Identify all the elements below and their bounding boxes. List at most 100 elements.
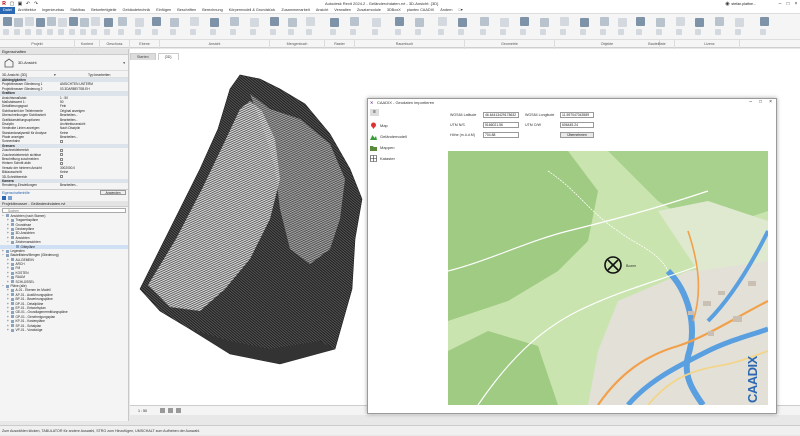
ribbon-tool-icon[interactable] [270,17,279,26]
user-icon[interactable]: ◉ [723,1,731,7]
type-selector[interactable]: 3D-Ansicht ▾ [0,55,128,71]
height-field[interactable]: 704.88 [483,132,519,138]
ribbon-tool-icon[interactable] [600,17,609,26]
ribbon-tool-icon[interactable] [69,17,78,26]
ribbon-tool-icon[interactable] [152,17,161,26]
menu-9[interactable]: Körpermodell & Grundstück [226,7,279,14]
ribbon-tool-icon[interactable] [438,17,447,26]
ribbon-small-tool-icon[interactable] [288,29,294,35]
ribbon-small-tool-icon[interactable] [25,29,31,35]
view-scale[interactable]: 1 : 50 [138,409,147,413]
ribbon-tool-icon[interactable] [80,18,89,27]
menu-3[interactable]: Stahlbau [67,7,88,14]
menu-16[interactable]: Ändern [437,7,455,14]
ribbon-small-tool-icon[interactable] [656,29,662,35]
menu-0[interactable]: Datei [0,6,15,14]
ribbon-small-tool-icon[interactable] [230,29,236,35]
ribbon-small-tool-icon[interactable] [330,29,336,35]
close-icon[interactable]: × [792,1,800,7]
property-checkbox[interactable] [60,175,63,179]
ribbon-small-tool-icon[interactable] [152,29,158,35]
ribbon-tool-icon[interactable] [330,18,339,27]
view-tab[interactable]: Starten [130,53,156,60]
ribbon-tool-icon[interactable] [540,18,549,27]
ribbon-tool-icon[interactable] [170,18,179,27]
ribbon-tool-icon[interactable] [676,17,685,26]
browser-tab-icon[interactable] [8,195,12,200]
menu-10[interactable]: Zusammenarbeit [278,7,313,14]
ribbon-small-tool-icon[interactable] [47,29,53,35]
ribbon-tool-icon[interactable] [3,17,12,26]
ribbon-small-tool-icon[interactable] [190,29,196,35]
ribbon-tool-icon[interactable] [500,18,509,27]
ribbon-tool-icon[interactable] [36,18,45,27]
ribbon-small-tool-icon[interactable] [170,29,176,35]
property-checkbox[interactable] [60,140,63,144]
property-checkbox[interactable] [60,148,63,152]
lon-field[interactable]: 11.597047043589 [560,112,594,118]
ribbon-small-tool-icon[interactable] [91,29,97,35]
ribbon-tool-icon[interactable] [520,17,529,26]
ribbon-tool-icon[interactable] [618,18,627,27]
ribbon-tool-icon[interactable] [458,18,467,27]
property-checkbox[interactable] [60,153,63,157]
type-dropdown-icon[interactable]: ▾ [123,61,125,65]
ribbon-tool-icon[interactable] [350,17,359,26]
menu-14[interactable]: 3DBoxX [384,7,404,14]
minimize-icon[interactable]: – [776,1,784,7]
menu-12[interactable]: Verwalten [331,7,354,14]
ribbon-small-tool-icon[interactable] [3,29,9,35]
properties-help-link[interactable]: Eigenschaftenhilfe [2,191,30,195]
ribbon-small-tool-icon[interactable] [36,29,42,35]
menu-5[interactable]: Gebäudetechnik [120,7,154,14]
ribbon-tool-icon[interactable] [715,17,724,26]
dialog-maximize-icon[interactable]: □ [759,99,762,104]
ribbon-small-tool-icon[interactable] [250,29,256,35]
ribbon-small-tool-icon[interactable] [458,29,464,35]
ribbon-small-tool-icon[interactable] [480,29,486,35]
menu-2[interactable]: Ingenieurbau [39,7,67,14]
dialog-nav-item[interactable]: Map [369,121,439,130]
ribbon-tool-icon[interactable] [395,17,404,26]
hamburger-icon[interactable]: ≡ [370,109,379,116]
ribbon-small-tool-icon[interactable] [600,29,606,35]
ribbon-small-tool-icon[interactable] [636,29,642,35]
selector-dropdown-icon[interactable]: ▾ [54,73,56,77]
ribbon-tool-icon[interactable] [104,18,113,27]
ribbon-small-tool-icon[interactable] [306,29,312,35]
menu-6[interactable]: Einfügen [153,7,174,14]
ribbon-small-tool-icon[interactable] [760,29,766,35]
ribbon-small-tool-icon[interactable] [540,29,546,35]
instance-selector[interactable]: 3D-Ansicht: {3D} [2,73,27,77]
detail-level-icon[interactable] [160,408,165,413]
menu-8[interactable]: Berechnung [199,7,225,14]
edit-type-button[interactable]: Typ bearbeiten [88,73,110,77]
ribbon-small-tool-icon[interactable] [69,29,75,35]
ribbon-small-tool-icon[interactable] [270,29,276,35]
ribbon-tool-icon[interactable] [288,18,297,27]
ribbon-tool-icon[interactable] [210,18,219,27]
menu-1[interactable]: Architektur [15,7,39,14]
ribbon-small-tool-icon[interactable] [135,29,141,35]
ribbon-tool-icon[interactable] [415,18,424,27]
ribbon-small-tool-icon[interactable] [560,29,566,35]
ribbon-tool-icon[interactable] [480,17,489,26]
ribbon-tool-icon[interactable] [760,17,769,26]
maximize-icon[interactable]: □ [784,1,792,7]
ribbon-small-tool-icon[interactable] [735,29,741,35]
ribbon-tool-icon[interactable] [560,17,569,26]
ribbon-small-tool-icon[interactable] [118,29,124,35]
ribbon-tool-icon[interactable] [250,18,259,27]
ribbon-small-tool-icon[interactable] [618,29,624,35]
menu-15[interactable]: plantec CAADIX [404,7,437,14]
ribbon-small-tool-icon[interactable] [80,29,86,35]
browser-tree-item[interactable]: + VP-01 - Vorabzüge [0,328,128,332]
dialog-nav-item[interactable]: Kataster [369,154,439,163]
ribbon-tool-icon[interactable] [580,18,589,27]
ribbon-tool-icon[interactable] [306,17,315,26]
ribbon-small-tool-icon[interactable] [104,29,110,35]
ribbon-small-tool-icon[interactable] [14,29,20,35]
sun-path-icon[interactable] [176,408,181,413]
lat-field[interactable]: 46.64413429178632 [483,112,519,118]
property-value[interactable]: Bearbeiten... [60,183,100,187]
